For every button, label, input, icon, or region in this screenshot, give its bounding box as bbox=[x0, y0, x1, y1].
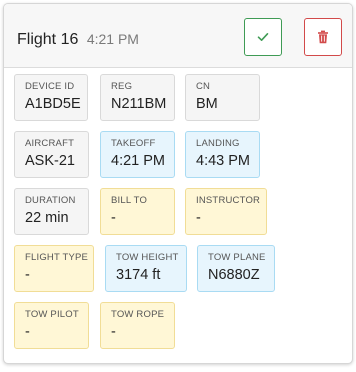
bill-to-field: BILL TO - bbox=[100, 188, 175, 235]
duration-label: DURATION bbox=[25, 195, 76, 206]
instructor-value: - bbox=[196, 210, 201, 226]
flight-type-label: FLIGHT TYPE bbox=[25, 252, 89, 263]
flight-type-field: FLIGHT TYPE - bbox=[14, 245, 94, 292]
landing-field: LANDING 4:43 PM bbox=[185, 131, 260, 178]
tow-pilot-value: - bbox=[25, 324, 30, 340]
flight-type-value: - bbox=[25, 267, 30, 283]
instructor-field: INSTRUCTOR - bbox=[185, 188, 267, 235]
duration-field: DURATION 22 min bbox=[14, 188, 89, 235]
takeoff-field: TAKEOFF 4:21 PM bbox=[100, 131, 175, 178]
confirm-button[interactable] bbox=[244, 18, 282, 56]
aircraft-value: ASK-21 bbox=[25, 153, 75, 169]
landing-value: 4:43 PM bbox=[196, 153, 250, 169]
flight-card: Flight 16 4:21 PM DEVICE ID A1BD5E REG N… bbox=[3, 3, 353, 364]
cn-field: CN BM bbox=[185, 74, 260, 121]
flight-name: Flight 16 bbox=[17, 31, 79, 48]
tow-height-value: 3174 ft bbox=[116, 267, 161, 283]
tow-plane-label: TOW PLANE bbox=[208, 252, 266, 263]
tow-rope-field: TOW ROPE - bbox=[100, 302, 175, 349]
delete-button[interactable] bbox=[304, 18, 342, 56]
tow-height-field: TOW HEIGHT 3174 ft bbox=[105, 245, 187, 292]
aircraft-field: AIRCRAFT ASK-21 bbox=[14, 131, 89, 178]
duration-value: 22 min bbox=[25, 210, 69, 226]
bill-to-value: - bbox=[111, 210, 116, 226]
device-id-value: A1BD5E bbox=[25, 96, 81, 112]
tow-rope-value: - bbox=[111, 324, 116, 340]
landing-label: LANDING bbox=[196, 138, 240, 149]
tow-plane-value: N6880Z bbox=[208, 267, 260, 283]
device-id-label: DEVICE ID bbox=[25, 81, 75, 92]
flight-title: Flight 16 4:21 PM bbox=[17, 31, 139, 49]
tow-pilot-label: TOW PILOT bbox=[25, 309, 79, 320]
takeoff-value: 4:21 PM bbox=[111, 153, 165, 169]
device-id-field: DEVICE ID A1BD5E bbox=[14, 74, 88, 121]
aircraft-label: AIRCRAFT bbox=[25, 138, 75, 149]
reg-label: REG bbox=[111, 81, 133, 92]
cn-value: BM bbox=[196, 96, 218, 112]
check-icon bbox=[257, 33, 269, 41]
cn-label: CN bbox=[196, 81, 211, 92]
tow-height-label: TOW HEIGHT bbox=[116, 252, 179, 263]
bill-to-label: BILL TO bbox=[111, 195, 148, 206]
reg-field: REG N211BM bbox=[100, 74, 175, 121]
tow-rope-label: TOW ROPE bbox=[111, 309, 165, 320]
tow-plane-field: TOW PLANE N6880Z bbox=[197, 245, 275, 292]
card-header: Flight 16 4:21 PM bbox=[4, 4, 352, 68]
flight-time: 4:21 PM bbox=[86, 31, 139, 47]
trash-icon bbox=[318, 30, 328, 44]
reg-value: N211BM bbox=[111, 96, 167, 112]
takeoff-label: TAKEOFF bbox=[111, 138, 156, 149]
instructor-label: INSTRUCTOR bbox=[196, 195, 261, 206]
tow-pilot-field: TOW PILOT - bbox=[14, 302, 89, 349]
